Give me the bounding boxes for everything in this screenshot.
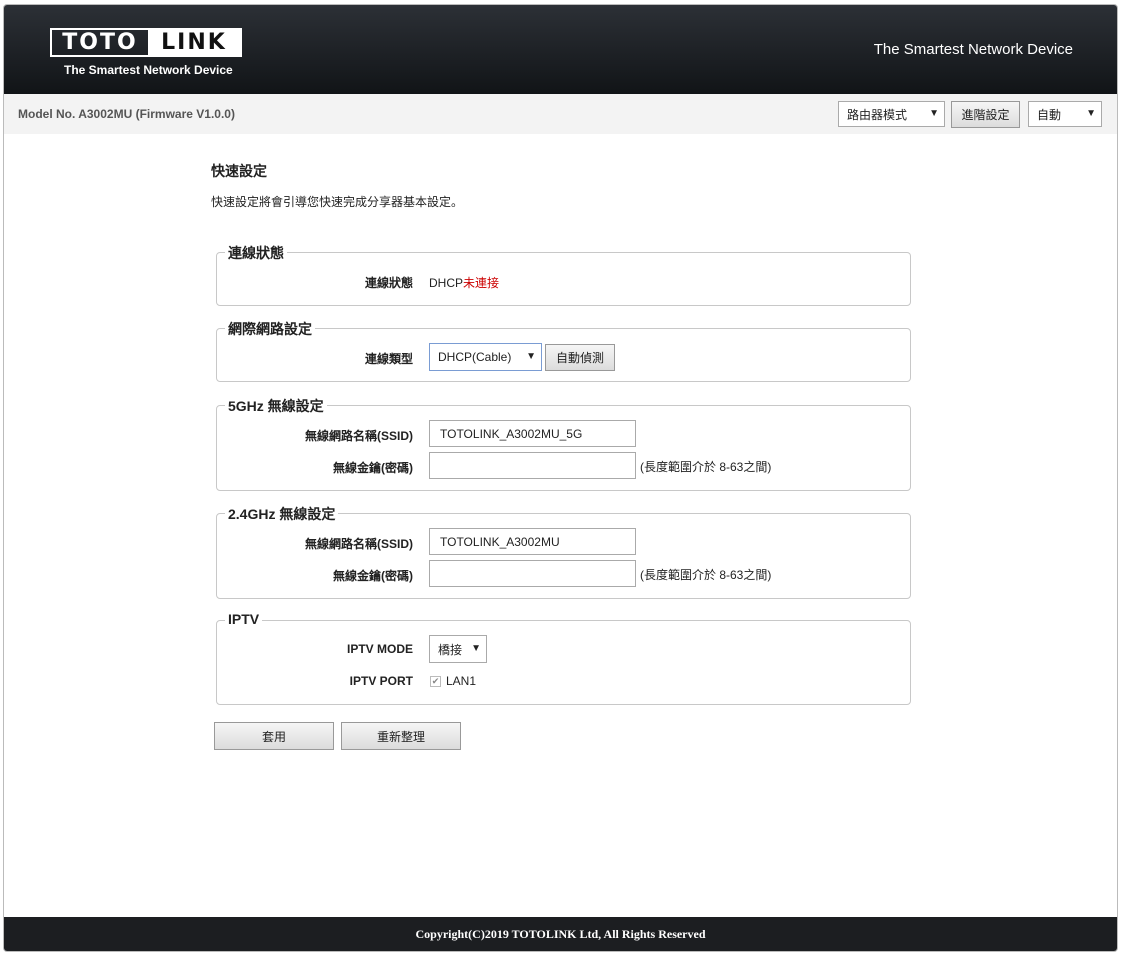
ssid-5g-input[interactable]: TOTOLINK_A3002MU_5G (429, 420, 636, 447)
page-title: 快速設定 (211, 163, 267, 179)
footer-copyright: Copyright(C)2019 TOTOLINK Ltd, All Right… (4, 917, 1117, 951)
logo-text-right: LINK (148, 30, 240, 55)
auto-detect-button[interactable]: 自動偵測 (545, 344, 615, 371)
header: TOTO LINK The Smartest Network Device Th… (4, 5, 1117, 94)
internet-settings-section: 網際網路設定 連線類型 DHCP(Cable) ▼ 自動偵測 (216, 319, 911, 382)
iptv-mode-select[interactable]: 橋接 ▼ (429, 635, 487, 663)
section-legend: 網際網路設定 (225, 319, 315, 339)
operation-mode-value: 路由器模式 (847, 107, 908, 122)
dropdown-arrow-icon: ▼ (471, 643, 481, 654)
iptv-section: IPTV IPTV MODE 橋接 ▼ IPTV PORT ✔ LAN1 (216, 611, 911, 705)
page-description: 快速設定將會引導您快速完成分享器基本設定。 (211, 195, 464, 209)
ssid-5g-label: 無線網路名稱(SSID) (304, 429, 413, 443)
model-number: Model No. A3002MU (Firmware V1.0.0) (18, 107, 235, 121)
header-tagline: The Smartest Network Device (873, 41, 1073, 58)
iptv-mode-label: IPTV MODE (346, 642, 413, 656)
iptv-mode-value: 橋接 (438, 642, 463, 657)
wifi-key-5g-label: 無線金鑰(密碼) (333, 461, 413, 475)
language-value: 自動 (1037, 107, 1062, 122)
totolink-logo: TOTO LINK (50, 28, 242, 57)
logo-tagline: The Smartest Network Device (64, 63, 233, 77)
refresh-button[interactable]: 重新整理 (341, 722, 461, 750)
wifi-key-5g-hint: (長度範圍介於 8-63之間) (640, 460, 772, 474)
connection-type-select[interactable]: DHCP(Cable) ▼ (429, 343, 542, 371)
connection-state: 未連接 (463, 276, 500, 290)
section-legend: 2.4GHz 無線設定 (225, 504, 339, 524)
operation-mode-select[interactable]: 路由器模式 ▼ (838, 101, 945, 127)
wifi-key-24g-label: 無線金鑰(密碼) (333, 569, 413, 583)
top-bar: Model No. A3002MU (Firmware V1.0.0) 路由器模… (4, 94, 1117, 134)
connection-status-section: 連線狀態 連線狀態 DHCP未連接 (216, 243, 911, 306)
connection-status-label: 連線狀態 (364, 276, 413, 290)
apply-button[interactable]: 套用 (214, 722, 334, 750)
wifi-5g-section: 5GHz 無線設定 無線網路名稱(SSID) TOTOLINK_A3002MU_… (216, 396, 911, 491)
logo-text-left: TOTO (62, 30, 138, 55)
dropdown-arrow-icon: ▼ (929, 108, 939, 119)
wifi-key-24g-hint: (長度範圍介於 8-63之間) (640, 568, 772, 582)
section-legend: 連線狀態 (225, 243, 287, 263)
wifi-24g-section: 2.4GHz 無線設定 無線網路名稱(SSID) TOTOLINK_A3002M… (216, 504, 911, 599)
language-select[interactable]: 自動 ▼ (1028, 101, 1102, 127)
section-legend: IPTV (225, 611, 263, 627)
router-admin-window: TOTO LINK The Smartest Network Device Th… (3, 4, 1118, 952)
ssid-24g-label: 無線網路名稱(SSID) (304, 537, 413, 551)
dropdown-arrow-icon: ▼ (526, 351, 536, 362)
section-legend: 5GHz 無線設定 (225, 396, 327, 416)
connection-protocol: DHCP (429, 276, 464, 290)
advanced-settings-button[interactable]: 進階設定 (951, 101, 1020, 128)
iptv-port-lan1-checkbox[interactable]: ✔ (430, 676, 441, 687)
iptv-port-lan1-label: LAN1 (446, 674, 477, 688)
wifi-key-24g-input[interactable] (429, 560, 636, 587)
connection-type-value: DHCP(Cable) (438, 350, 512, 364)
dropdown-arrow-icon: ▼ (1086, 108, 1096, 119)
wifi-key-5g-input[interactable] (429, 452, 636, 479)
ssid-24g-input[interactable]: TOTOLINK_A3002MU (429, 528, 636, 555)
connection-type-label: 連線類型 (364, 352, 413, 366)
connection-status-value: DHCP未連接 (429, 274, 499, 291)
iptv-port-label: IPTV PORT (349, 674, 413, 688)
